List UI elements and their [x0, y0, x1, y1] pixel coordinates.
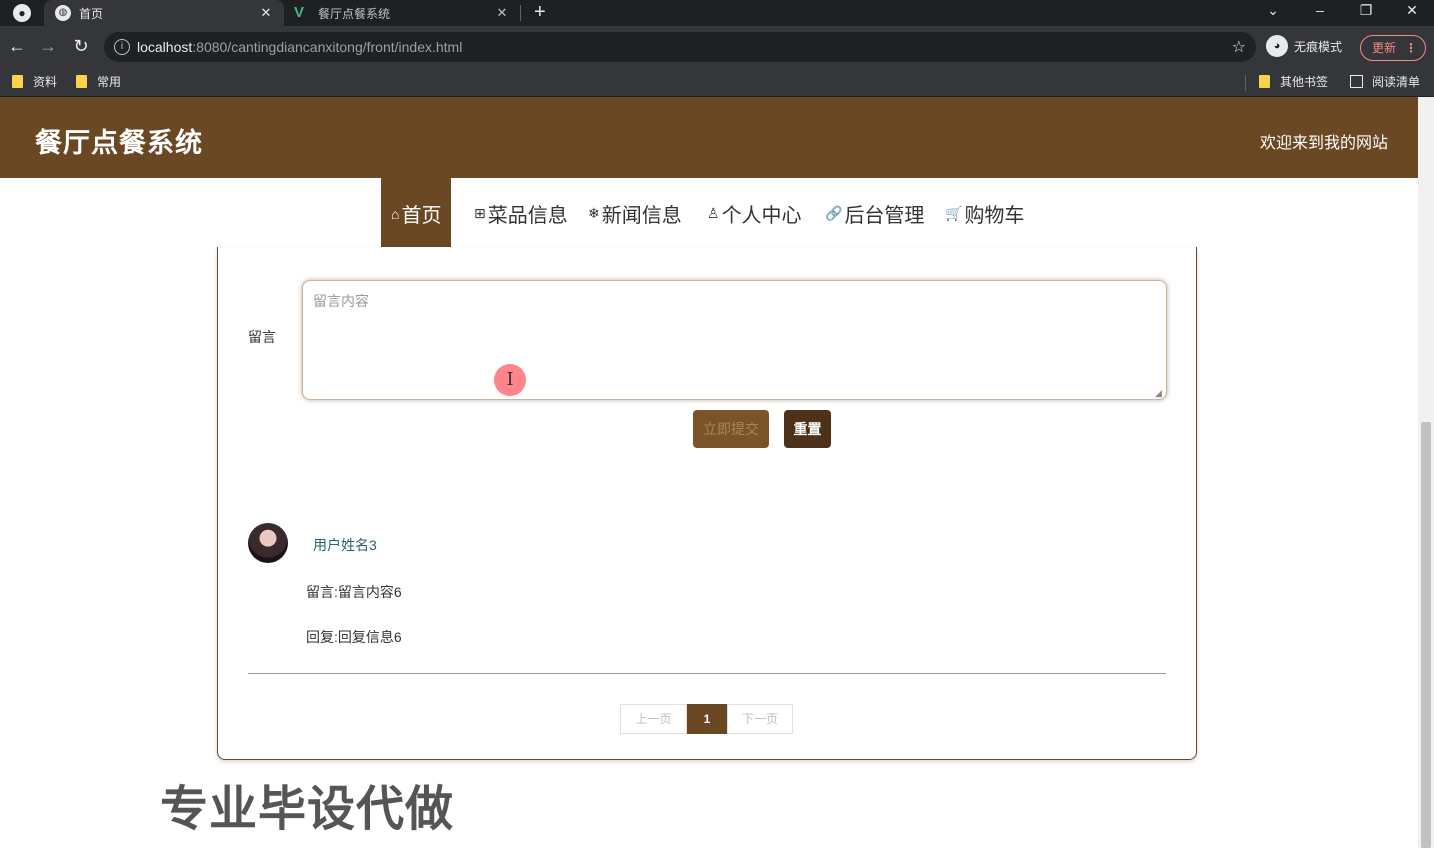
reading-list-icon: [1350, 75, 1363, 88]
address-bar[interactable]: i localhost:8080/cantingdiancanxitong/fr…: [104, 32, 1256, 62]
comment-message: 留言:留言内容6: [306, 584, 402, 600]
info-icon[interactable]: i: [114, 39, 130, 55]
update-button[interactable]: 更新 ⋮: [1360, 35, 1426, 61]
update-label: 更新: [1372, 41, 1397, 55]
page-viewport: 餐厅点餐系统 欢迎来到我的网站 ⌂ 首页 ⊞ 菜品信息 ❄ 新闻信息 ♙ 个人中…: [0, 97, 1434, 848]
other-bookmarks[interactable]: 其他书签: [1259, 73, 1328, 90]
nav-label: 新闻信息: [601, 205, 682, 227]
bookmarks-bar: 资料 常用 其他书签 阅读清单: [0, 68, 1434, 97]
bookmark-star-icon[interactable]: ☆: [1232, 37, 1246, 57]
message-board-card: 留言 ◢ I 立即提交 重置 用户姓名3 留言:留言内容6 回复:回复信息6 上…: [217, 247, 1197, 760]
main-nav: ⌂ 首页 ⊞ 菜品信息 ❄ 新闻信息 ♙ 个人中心 🔗 后台管理 🛒 购物车: [0, 178, 1418, 249]
site-header: 餐厅点餐系统 欢迎来到我的网站: [0, 97, 1418, 178]
nav-label: 后台管理: [844, 205, 925, 227]
folder-icon: [76, 75, 87, 88]
window-close-icon[interactable]: ✕: [1389, 0, 1434, 22]
tab-title: 餐厅点餐系统: [318, 6, 391, 21]
snowflake-icon: ❄: [588, 205, 600, 221]
nav-label: 首页: [401, 205, 442, 227]
browser-menu-icon[interactable]: ●: [13, 4, 31, 22]
back-icon[interactable]: ←: [5, 34, 29, 58]
nav-admin[interactable]: 🔗 后台管理: [825, 178, 924, 249]
folder-icon: [1259, 75, 1270, 88]
cart-icon: 🛒: [945, 205, 963, 221]
avatar: [248, 523, 288, 563]
globe-icon: ◍: [55, 5, 71, 21]
text-cursor-icon: I: [494, 364, 526, 396]
next-page-button[interactable]: 下一页: [727, 704, 793, 734]
prev-page-button[interactable]: 上一页: [620, 704, 687, 734]
page-1-button[interactable]: 1: [687, 704, 727, 734]
forward-icon[interactable]: →: [36, 34, 60, 58]
bookmark-folder-changyong[interactable]: 常用: [76, 73, 121, 90]
welcome-text: 欢迎来到我的网站: [1259, 135, 1388, 152]
comment-reply: 回复:回复信息6: [306, 629, 402, 645]
url-text: localhost:8080/cantingdiancanxitong/fron…: [137, 39, 463, 55]
nav-profile[interactable]: ♙ 个人中心: [707, 178, 802, 249]
reload-icon[interactable]: ↻: [69, 34, 93, 58]
resize-handle-icon[interactable]: ◢: [1155, 388, 1165, 398]
comment-username: 用户姓名3: [313, 537, 377, 553]
minimize-icon[interactable]: –: [1297, 0, 1343, 22]
nav-label: 菜品信息: [487, 205, 568, 227]
message-label: 留言: [248, 329, 276, 345]
reading-list-label: 阅读清单: [1372, 75, 1421, 89]
nav-cart[interactable]: 🛒 购物车: [945, 178, 1024, 249]
browser-toolbar: ← → ↻ i localhost:8080/cantingdiancanxit…: [0, 26, 1434, 68]
tab-restaurant[interactable]: V 餐厅点餐系统 ✕: [284, 0, 520, 26]
nav-dishes[interactable]: ⊞ 菜品信息: [474, 178, 568, 249]
new-tab-icon[interactable]: +: [534, 1, 546, 24]
browser-tabstrip: ● ◍ 首页 ✕ V 餐厅点餐系统 ✕ + ⌄ – ❐ ✕: [0, 0, 1434, 26]
folder-icon: [12, 75, 23, 88]
site-title: 餐厅点餐系统: [35, 128, 203, 158]
bookmarks-divider: [1245, 75, 1246, 91]
tab-home[interactable]: ◍ 首页 ✕: [44, 0, 284, 26]
tab-title: 首页: [79, 6, 104, 21]
bookmark-label: 资料: [33, 75, 58, 89]
vue-icon: V: [294, 4, 305, 21]
submit-button[interactable]: 立即提交: [693, 410, 769, 448]
user-icon: ♙: [707, 205, 720, 221]
link-icon: 🔗: [825, 205, 843, 221]
tab-search-icon[interactable]: ⌄: [1250, 0, 1296, 22]
incognito-icon: ◕: [1266, 35, 1288, 57]
restore-icon[interactable]: ❐: [1343, 0, 1389, 22]
home-icon: ⌂: [391, 205, 400, 222]
nav-home[interactable]: ⌂ 首页: [381, 178, 452, 249]
tab-divider: [520, 5, 521, 21]
other-bookmarks-label: 其他书签: [1280, 75, 1329, 89]
page-scrollbar[interactable]: [1418, 97, 1434, 848]
bookmark-label: 常用: [97, 75, 122, 89]
gift-icon: ⊞: [474, 205, 486, 221]
comment-divider: [248, 673, 1166, 674]
reset-button[interactable]: 重置: [784, 410, 831, 448]
close-icon[interactable]: ✕: [492, 5, 512, 21]
reading-list[interactable]: 阅读清单: [1350, 73, 1420, 90]
bookmark-folder-ziliao[interactable]: 资料: [12, 73, 57, 90]
scrollbar-thumb[interactable]: [1421, 422, 1431, 848]
incognito-indicator[interactable]: ◕ 无痕模式: [1266, 35, 1342, 57]
close-icon[interactable]: ✕: [256, 5, 276, 21]
pagination: 上一页 1 下一页: [620, 704, 793, 734]
nav-label: 购物车: [964, 205, 1025, 227]
watermark-text: 专业毕设代做: [160, 781, 455, 837]
message-input[interactable]: [302, 280, 1167, 400]
incognito-label: 无痕模式: [1294, 39, 1343, 54]
nav-label: 个人中心: [721, 205, 802, 227]
more-icon: ⋮: [1405, 41, 1417, 55]
nav-news[interactable]: ❄ 新闻信息: [588, 178, 682, 249]
